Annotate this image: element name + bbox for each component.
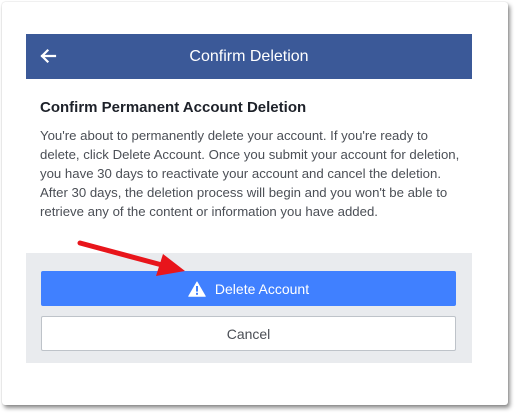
content-heading: Confirm Permanent Account Deletion [40,99,307,116]
dialog-footer: Delete Account Cancel [26,253,472,363]
cancel-button[interactable]: Cancel [41,316,456,351]
arrow-left-icon[interactable] [38,46,58,66]
content-description: You're about to permanently delete your … [40,128,460,219]
delete-account-label: Delete Account [214,280,310,297]
dialog-title: Confirm Deletion [189,48,309,65]
dialog-content: Confirm Permanent Account Deletion You'r… [26,79,472,253]
warning-triangle-icon [188,280,206,297]
dialog-header: Confirm Deletion [26,34,472,79]
cancel-label: Cancel [226,325,271,342]
delete-account-button[interactable]: Delete Account [41,271,456,306]
